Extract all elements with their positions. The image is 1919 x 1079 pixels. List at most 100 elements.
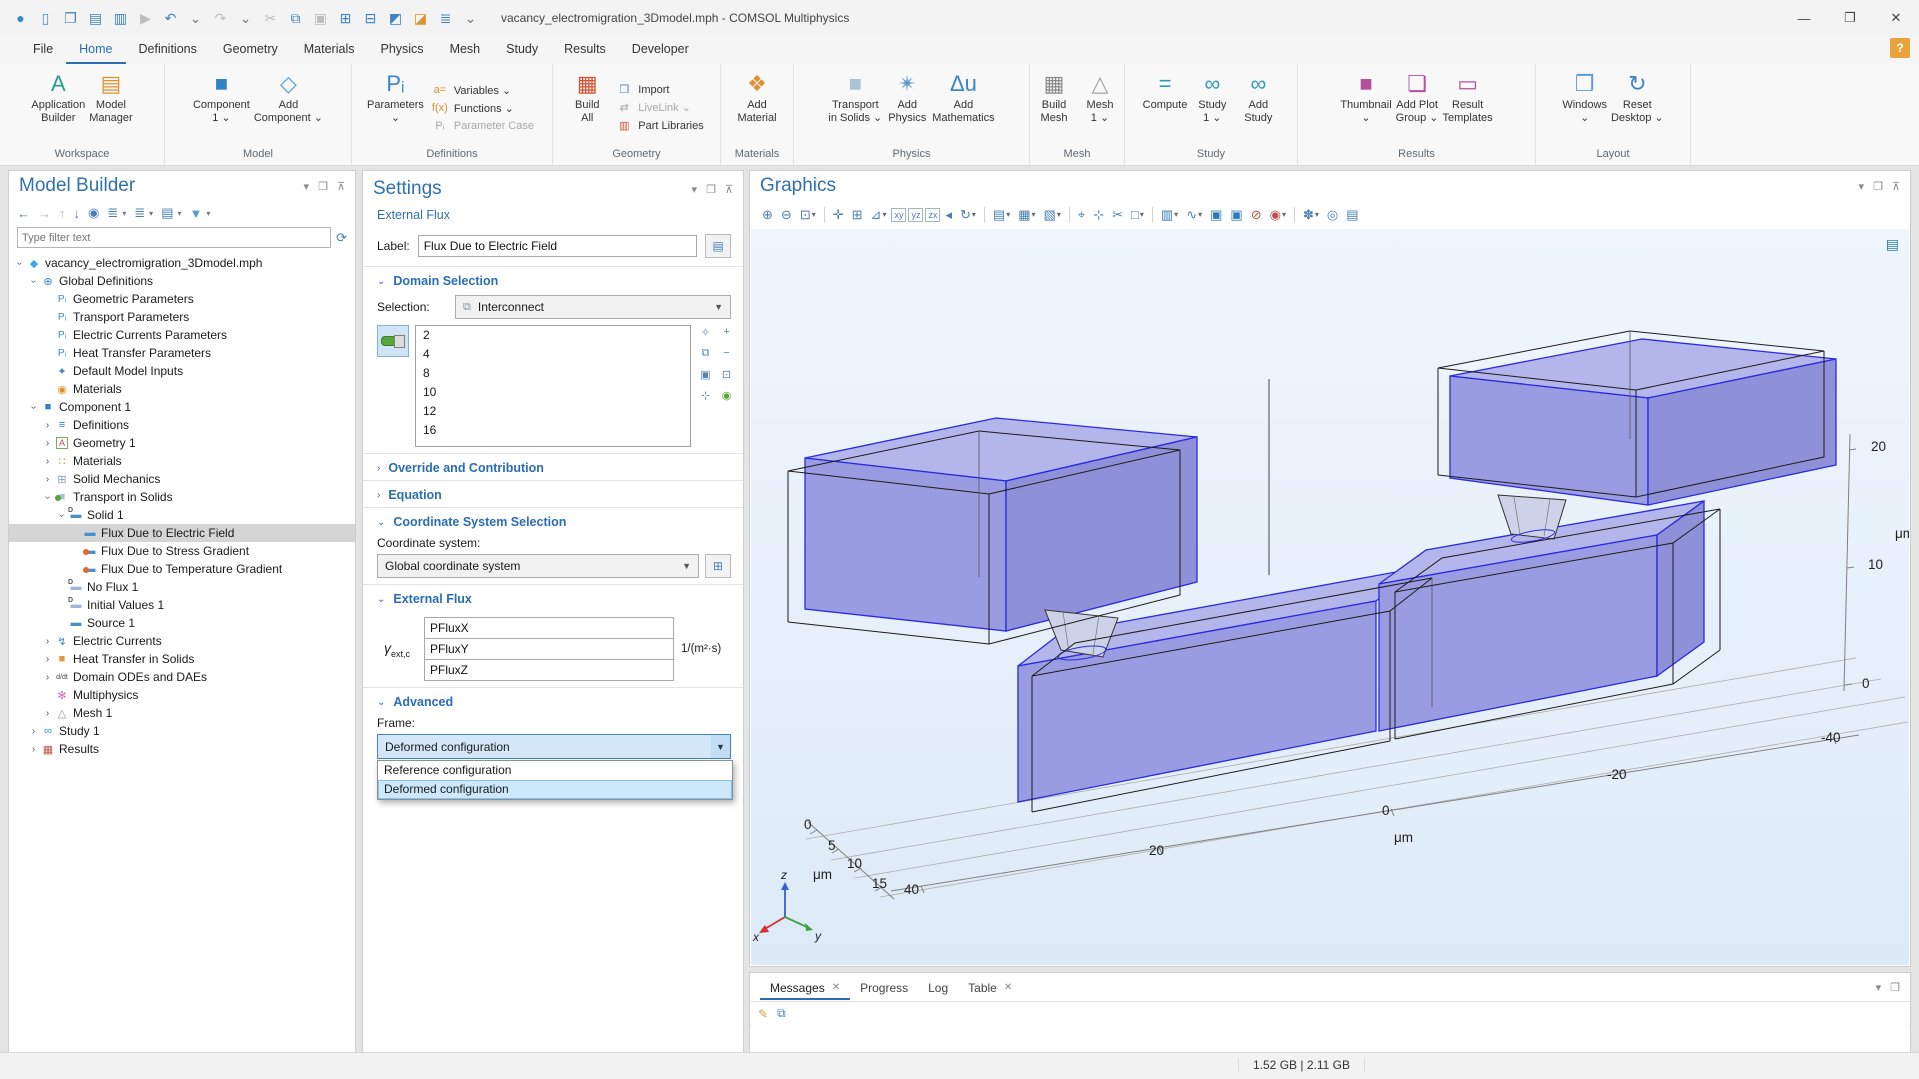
domain-item-2[interactable]: 2 — [416, 326, 690, 345]
refresh-icon[interactable]: ⟳ — [336, 230, 347, 246]
select-box-icon[interactable]: ◩ — [383, 10, 408, 27]
variables-button[interactable]: a=Variables ⌄ — [431, 84, 534, 97]
split-horizontal-icon[interactable]: ▣ — [1206, 207, 1226, 223]
go-to-default-view-icon[interactable]: ✛ — [829, 207, 848, 223]
panel-menu-icon[interactable]: ▾ — [1876, 981, 1882, 994]
label-input[interactable] — [418, 235, 697, 257]
import-button[interactable]: ❒Import — [615, 83, 703, 96]
domain-selection-list[interactable]: 248101216 — [415, 325, 691, 447]
panel-menu-icon[interactable]: ▾ — [692, 183, 698, 196]
section-external-flux[interactable]: ⌄ External Flux — [363, 585, 743, 611]
collapse-icon[interactable]: › — [56, 509, 67, 522]
section-coordinate-system[interactable]: ⌄ Coordinate System Selection — [363, 508, 743, 534]
expand-icon[interactable]: › — [41, 654, 54, 665]
viewport-badge-icon[interactable]: ▤ — [1886, 236, 1899, 253]
panel-float-icon[interactable]: ❐ — [1890, 981, 1900, 994]
tree-node-multiphysics[interactable]: ✻Multiphysics — [9, 686, 355, 704]
new-file-icon[interactable]: ▯ — [33, 10, 58, 27]
paste-selection-icon[interactable]: ▣ — [697, 368, 714, 383]
build-mesh-button[interactable]: ▦BuildMesh — [1031, 67, 1077, 148]
coordinate-system-dropdown[interactable]: Global coordinate system ▼ — [377, 554, 699, 578]
undo-menu-icon[interactable]: ⌄ — [183, 10, 208, 27]
panel-pin-icon[interactable]: ⊼ — [725, 183, 733, 196]
add-selection-icon[interactable]: ⊹ — [1089, 207, 1108, 223]
collapse-all-menu-icon[interactable]: ▾ — [149, 209, 153, 218]
domain-item-4[interactable]: 4 — [416, 345, 690, 364]
view-menu-icon[interactable]: ⊿▾ — [867, 207, 891, 223]
comsol-logo-icon[interactable]: ● — [8, 10, 33, 27]
tree-node-solid-mechanics[interactable]: ›⊞Solid Mechanics — [9, 470, 355, 488]
previous-view-icon[interactable]: ◂ — [941, 207, 956, 223]
tree-node-flux-due-to-temperature-gradient[interactable]: ▬Flux Due to Temperature Gradient — [9, 560, 355, 578]
add-material-button[interactable]: ❖AddMaterial — [734, 67, 780, 148]
tree-node-global-definitions[interactable]: ›⊕Global Definitions — [9, 272, 355, 290]
add-plot-group-button[interactable]: ❏Add PlotGroup ⌄ — [1394, 67, 1441, 148]
copy-text-icon[interactable]: ⧉ — [777, 1006, 786, 1021]
color-legend-icon[interactable]: ◉▾ — [1266, 207, 1290, 223]
parameter-case-button[interactable]: PᵢParameter Case — [431, 120, 534, 132]
external-flux-z-input[interactable] — [424, 660, 674, 681]
close-tab-icon[interactable]: ✕ — [1004, 982, 1012, 993]
livelink-button[interactable]: ⇄LiveLink ⌄ — [615, 101, 703, 114]
minimize-button[interactable]: — — [1781, 0, 1827, 36]
clear-plot-icon[interactable]: ⊘ — [1247, 207, 1266, 223]
save-as-icon[interactable]: ▥ — [108, 10, 133, 27]
tab-file[interactable]: File — [20, 36, 66, 64]
tree-node-heat-transfer-parameters[interactable]: PᵢHeat Transfer Parameters — [9, 344, 355, 362]
rotate-view-icon[interactable]: ↻▾ — [956, 207, 980, 223]
close-button[interactable]: ✕ — [1873, 0, 1919, 36]
collapse-icon[interactable]: › — [14, 257, 25, 270]
tree-node-default-model-inputs[interactable]: ✦Default Model Inputs — [9, 362, 355, 380]
tree-node-source-1[interactable]: ▬Source 1 — [9, 614, 355, 632]
active-toggle-button[interactable] — [377, 325, 409, 357]
redo-menu-icon[interactable]: ⌄ — [233, 10, 258, 27]
remove-from-selection-icon[interactable]: − — [718, 347, 735, 362]
cut-icon[interactable]: ✂ — [258, 10, 283, 27]
collapse-all-icon[interactable]: ≣ — [134, 205, 145, 221]
collapse-icon[interactable]: › — [28, 401, 39, 414]
copy-selection-icon[interactable]: ⧉ — [697, 347, 714, 362]
find-icon[interactable]: ≣ — [433, 10, 458, 27]
expand-icon[interactable]: › — [27, 744, 40, 755]
panel-pin-icon[interactable]: ⊼ — [1892, 180, 1900, 193]
compute-button[interactable]: =Compute — [1141, 67, 1190, 148]
save-icon[interactable]: ▤ — [83, 10, 108, 27]
tree-node-materials[interactable]: ›∷Materials — [9, 452, 355, 470]
highlight-selection-icon[interactable]: ◉ — [718, 389, 735, 404]
section-advanced[interactable]: ⌄ Advanced — [363, 688, 743, 714]
node-label-display-icon[interactable]: ▤ — [161, 205, 173, 221]
scene-appearance-icon[interactable]: ▤▾ — [989, 207, 1014, 223]
domain-item-8[interactable]: 8 — [416, 364, 690, 383]
frame-option-reference-configuration[interactable]: Reference configuration — [378, 761, 732, 780]
rename-icon[interactable]: ▤ — [705, 234, 731, 258]
tree-node-geometric-parameters[interactable]: PᵢGeometric Parameters — [9, 290, 355, 308]
tree-node-transport-parameters[interactable]: PᵢTransport Parameters — [9, 308, 355, 326]
material-rendering-icon[interactable]: ▦▾ — [1014, 207, 1039, 223]
tree-node-materials[interactable]: ◉Materials — [9, 380, 355, 398]
tab-progress[interactable]: Progress — [850, 975, 918, 1000]
undo-icon[interactable]: ↶ — [158, 10, 183, 27]
delete-icon[interactable]: ⊟ — [358, 10, 383, 27]
expand-icon[interactable]: › — [41, 456, 54, 467]
expand-icon[interactable]: › — [27, 726, 40, 737]
zoom-to-selection-icon[interactable]: ⊹ — [697, 389, 714, 404]
tree-node-solid-1[interactable]: ›▬DSolid 1 — [9, 506, 355, 524]
environment-icon[interactable]: ▧▾ — [1040, 207, 1065, 223]
study-1-button[interactable]: ∞Study1 ⌄ — [1189, 67, 1235, 148]
zoom-in-icon[interactable]: ⊕ — [758, 207, 777, 223]
section-override[interactable]: › Override and Contribution — [363, 454, 743, 480]
mesh-1-button[interactable]: △Mesh1 ⌄ — [1077, 67, 1123, 148]
clear-log-icon[interactable]: ✎ — [758, 1007, 768, 1021]
close-tab-icon[interactable]: ✕ — [832, 982, 840, 993]
paste-add-selection-icon[interactable]: ⊡ — [718, 368, 735, 383]
graphics-viewport[interactable]: 0510μm1540200μm-20-4020100μm z x y ▤ — [751, 229, 1909, 965]
transport-in-solids-button[interactable]: ■Transportin Solids ⌄ — [826, 67, 884, 148]
paste-icon[interactable]: ▣ — [308, 10, 333, 27]
view-settings-icon[interactable]: ▥▾ — [1157, 207, 1182, 223]
scene-light-icon[interactable]: ✽▾ — [1299, 207, 1323, 223]
add-study-button[interactable]: ∞AddStudy — [1235, 67, 1281, 148]
tab-study[interactable]: Study — [493, 36, 551, 64]
zoom-out-icon[interactable]: ⊖ — [777, 207, 796, 223]
split-vertical-icon[interactable]: ▣ — [1226, 207, 1246, 223]
frame-option-deformed-configuration[interactable]: Deformed configuration — [378, 780, 732, 799]
